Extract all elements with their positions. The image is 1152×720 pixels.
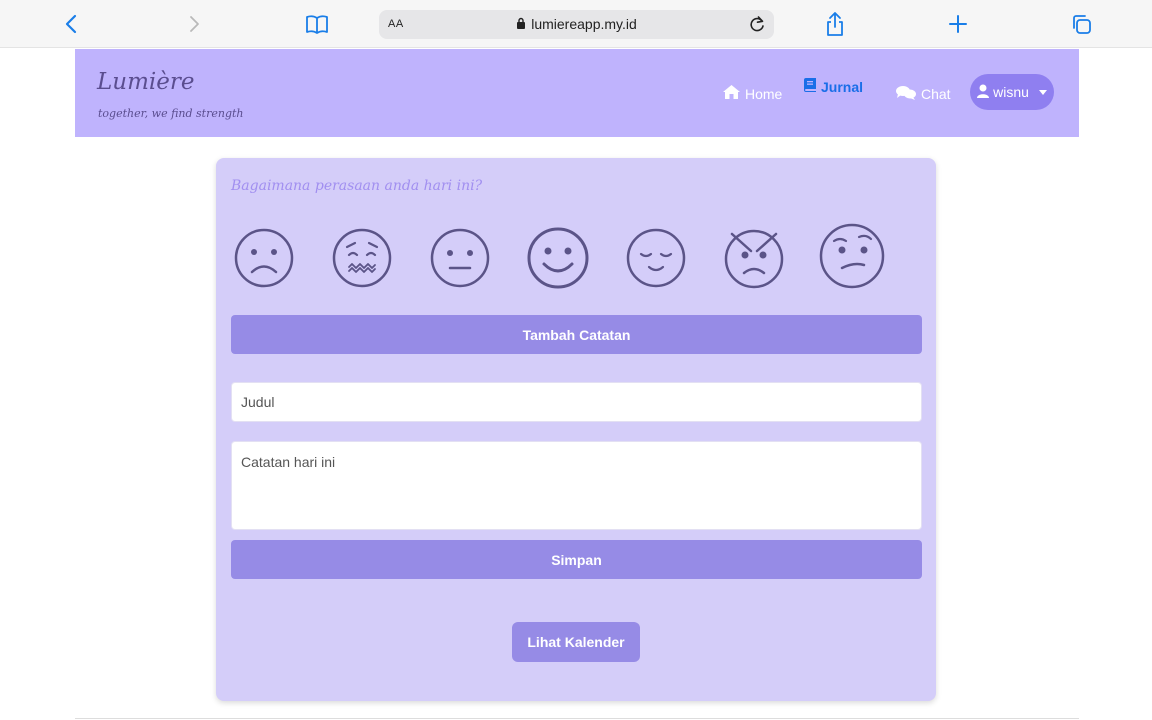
- bookmarks-icon[interactable]: [302, 8, 332, 40]
- share-icon[interactable]: [822, 8, 848, 40]
- user-name: wisnu: [993, 84, 1029, 100]
- footer-divider: [75, 718, 1079, 719]
- user-menu-button[interactable]: wisnu: [970, 74, 1054, 110]
- home-icon: [723, 85, 740, 102]
- new-tab-icon[interactable]: [945, 8, 971, 40]
- sad-face-icon[interactable]: [232, 226, 296, 290]
- nav-home-label: Home: [745, 85, 783, 102]
- brand-tagline: together, we find strength: [98, 107, 244, 120]
- url-text: lumiereapp.my.id: [531, 16, 637, 32]
- nav-journal-label: Jurnal: [821, 78, 864, 95]
- save-button[interactable]: Simpan: [231, 540, 922, 579]
- journal-card: Bagaimana perasaan anda hari ini? Tambah…: [216, 158, 936, 701]
- user-icon: [977, 84, 990, 101]
- mood-question: Bagaimana perasaan anda hari ini?: [231, 178, 483, 194]
- chevron-down-icon: [1038, 89, 1047, 95]
- nav-journal[interactable]: Jurnal: [804, 78, 863, 95]
- angry-face-icon[interactable]: [722, 226, 786, 290]
- address-bar[interactable]: AA lumiereapp.my.id: [379, 10, 774, 39]
- tabs-overview-icon[interactable]: [1068, 8, 1094, 40]
- lock-icon: [516, 16, 526, 32]
- note-textarea[interactable]: [231, 441, 922, 530]
- anxious-face-icon[interactable]: [330, 226, 394, 290]
- browser-toolbar: AA lumiereapp.my.id: [0, 0, 1152, 48]
- content-face-icon[interactable]: [624, 226, 688, 290]
- reload-icon[interactable]: [746, 13, 768, 40]
- view-calendar-button[interactable]: Lihat Kalender: [512, 622, 640, 662]
- nav-chat[interactable]: Chat: [896, 85, 951, 103]
- happy-face-icon[interactable]: [526, 226, 590, 290]
- add-note-button[interactable]: Tambah Catatan: [231, 315, 922, 354]
- app-header: Lumière together, we find strength Home …: [75, 49, 1079, 137]
- title-input[interactable]: [231, 382, 922, 422]
- neutral-face-icon[interactable]: [428, 226, 492, 290]
- nav-home[interactable]: Home: [723, 85, 782, 102]
- brand-title[interactable]: Lumière: [97, 69, 194, 95]
- chat-icon: [896, 85, 916, 103]
- confused-face-icon[interactable]: [818, 222, 886, 290]
- nav-chat-label: Chat: [921, 86, 951, 102]
- book-icon: [804, 78, 816, 95]
- forward-icon[interactable]: [181, 8, 207, 40]
- back-icon[interactable]: [58, 8, 84, 40]
